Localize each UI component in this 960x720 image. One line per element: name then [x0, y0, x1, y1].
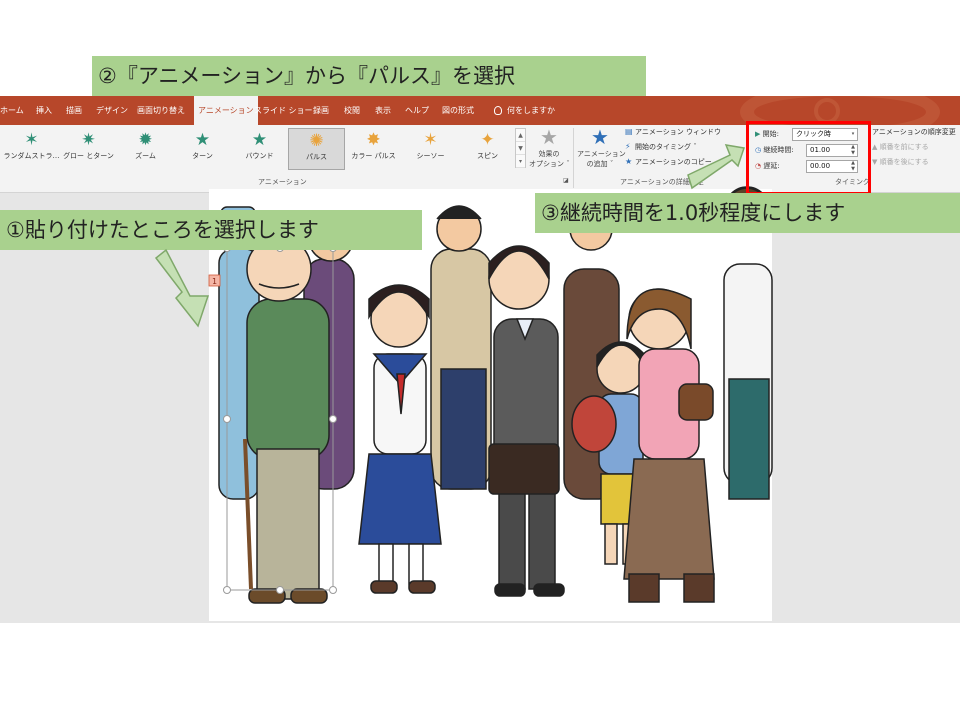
arrow-layer — [154, 144, 745, 328]
arrow-to-timing — [687, 144, 745, 190]
slide-screenshot-canvas: ②『アニメーション』から『パルス』を選択 ホーム 挿入 描画 デザイン 画面切り… — [0, 0, 960, 720]
arrow-to-selection — [154, 248, 210, 328]
